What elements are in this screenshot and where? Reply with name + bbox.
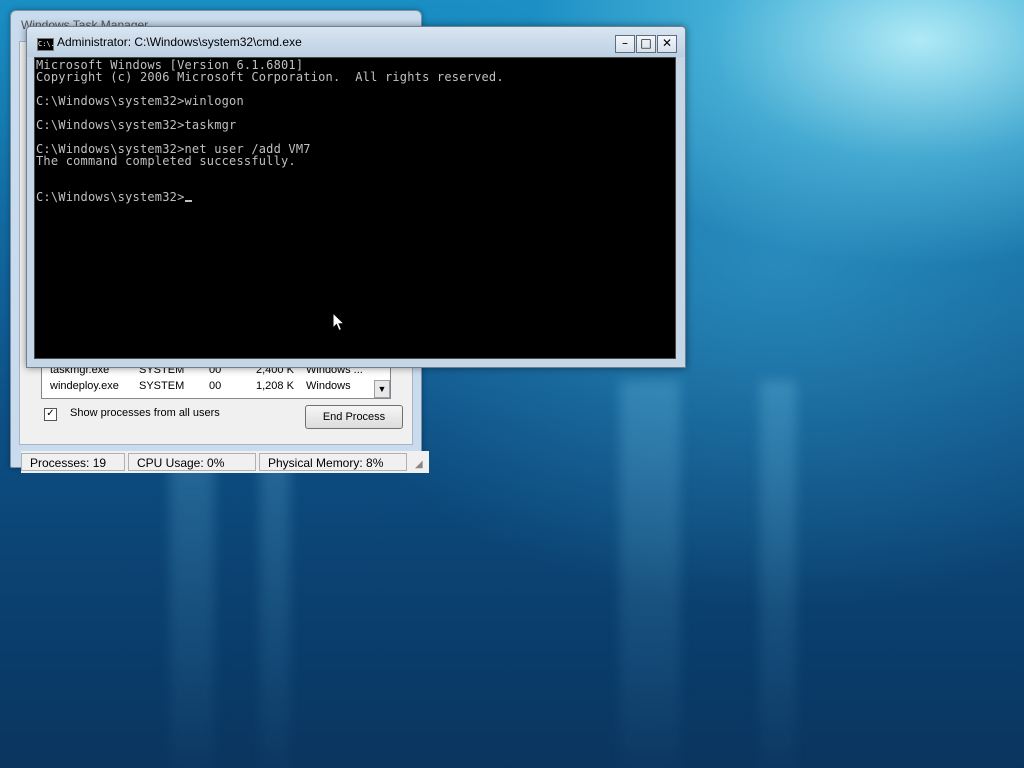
process-user: SYSTEM bbox=[139, 380, 185, 392]
cmd-app-icon[interactable]: C:\. bbox=[37, 38, 55, 51]
resize-grip-icon[interactable]: ◢ bbox=[415, 459, 427, 471]
close-button[interactable]: ✕ bbox=[657, 35, 677, 53]
show-all-users-label: Show processes from all users bbox=[70, 407, 220, 419]
light-ray bbox=[760, 380, 796, 768]
text-cursor bbox=[184, 200, 192, 202]
process-cpu: 00 bbox=[209, 380, 222, 392]
cpu-usage: CPU Usage: 0% bbox=[128, 453, 256, 471]
processes-count: Processes: 19 bbox=[21, 453, 125, 471]
process-name: windeploy.exe bbox=[50, 380, 119, 392]
light-ray bbox=[620, 380, 680, 768]
scroll-down-button[interactable]: ▼ bbox=[374, 380, 390, 398]
console-line: C:\Windows\system32>winlogon bbox=[36, 94, 244, 108]
window-title: Administrator: C:\Windows\system32\cmd.e… bbox=[57, 35, 302, 49]
maximize-button[interactable]: □ bbox=[636, 35, 656, 53]
process-memory: 1,208 K bbox=[256, 380, 294, 392]
console-text: Microsoft Windows [Version 6.1.6801] Cop… bbox=[36, 59, 504, 203]
console-output[interactable]: Microsoft Windows [Version 6.1.6801] Cop… bbox=[34, 57, 676, 359]
minimize-button[interactable]: – bbox=[615, 35, 635, 53]
console-line: C:\Windows\system32>taskmgr bbox=[36, 118, 237, 132]
cmd-window[interactable]: C:\. Administrator: C:\Windows\system32\… bbox=[26, 26, 686, 368]
end-process-button[interactable]: End Process bbox=[305, 405, 403, 429]
cmd-titlebar[interactable]: C:\. Administrator: C:\Windows\system32\… bbox=[27, 27, 685, 57]
show-all-users-checkbox[interactable]: ✓ bbox=[44, 408, 57, 421]
console-line: Copyright (c) 2006 Microsoft Corporation… bbox=[36, 70, 504, 84]
console-prompt: C:\Windows\system32> bbox=[36, 190, 185, 204]
physical-memory: Physical Memory: 8% bbox=[259, 453, 407, 471]
desktop[interactable]: Windows Task Manager taskmgr.exe SYSTEM … bbox=[0, 0, 1024, 768]
table-row[interactable]: windeploy.exe SYSTEM 00 1,208 K Windows bbox=[42, 380, 372, 396]
process-list[interactable]: taskmgr.exe SYSTEM 00 2,400 K Windows ..… bbox=[41, 363, 391, 399]
status-bar: Processes: 19 CPU Usage: 0% Physical Mem… bbox=[21, 451, 429, 473]
process-description: Windows bbox=[306, 380, 351, 392]
mouse-pointer-icon bbox=[332, 312, 346, 332]
console-line: The command completed successfully. bbox=[36, 154, 296, 168]
